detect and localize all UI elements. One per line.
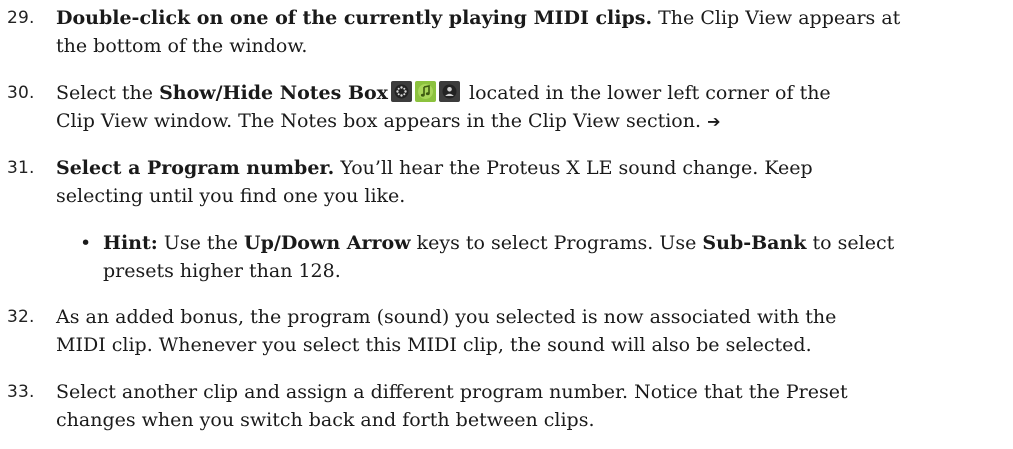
step-text: As an added bonus, the program (sound) y…: [56, 303, 1011, 359]
step-line: MIDI clip. Whenever you select this MIDI…: [56, 334, 812, 356]
step-text: Select another clip and assign a differe…: [56, 378, 1011, 434]
step-text-part: The Clip View appears at: [652, 7, 901, 29]
step-number: 33.: [7, 382, 35, 402]
hint-key-name: Up/Down Arrow: [244, 232, 411, 254]
step-line: Select the Show/Hide Notes Box located i…: [56, 79, 1011, 107]
hint-line: presets higher than 128.: [103, 260, 341, 282]
music-note-icon: [415, 81, 436, 102]
step-line: changes when you switch back and forth b…: [56, 409, 595, 431]
step-line: Select a Program number. You’ll hear the…: [56, 154, 1011, 182]
step-text-part: located in the lower left corner of the: [463, 82, 831, 104]
step-line: Select another clip and assign a differe…: [56, 381, 848, 403]
step-text: Double-click on one of the currently pla…: [56, 4, 1011, 60]
step-text: Select a Program number. You’ll hear the…: [56, 154, 1011, 210]
step-number: 29.: [7, 8, 35, 28]
hint-text-part: keys to select Programs. Use: [410, 232, 703, 254]
step-text-part: You’ll hear the Proteus X LE sound chang…: [334, 157, 813, 179]
step-text: Select the Show/Hide Notes Box located i…: [56, 79, 1011, 135]
hint-line: Hint: Use the Up/Down Arrow keys to sele…: [103, 229, 1008, 257]
hint-text-part: Use the: [157, 232, 245, 254]
step-bold-text: Double-click on one of the currently pla…: [56, 7, 653, 29]
bullet-marker: •: [80, 232, 92, 254]
step-text-part: Select the: [56, 82, 160, 104]
step-bold-text: Show/Hide Notes Box: [159, 82, 388, 104]
step-bold-text: Select a Program number.: [56, 157, 335, 179]
arrow-right-icon: ➔: [707, 112, 721, 131]
person-icon: [439, 81, 460, 102]
show-hide-buttons: [391, 81, 460, 102]
hint-text-part: to select: [806, 232, 895, 254]
step-line: As an added bonus, the program (sound) y…: [56, 306, 837, 328]
dot-grid-icon: [391, 81, 412, 102]
step-line: Clip View window. The Notes box appears …: [56, 107, 1011, 135]
step-line: selecting until you find one you like.: [56, 185, 406, 207]
hint-label: Hint:: [103, 232, 158, 254]
step-line: the bottom of the window.: [56, 35, 308, 57]
step-line: Double-click on one of the currently pla…: [56, 4, 1011, 32]
step-number: 32.: [7, 307, 35, 327]
step-text-part: Clip View window. The Notes box appears …: [56, 110, 702, 132]
hint-text: Hint: Use the Up/Down Arrow keys to sele…: [103, 229, 1008, 285]
hint-sub-bank: Sub-Bank: [702, 232, 807, 254]
step-number: 30.: [7, 83, 35, 103]
step-number: 31.: [7, 158, 35, 178]
